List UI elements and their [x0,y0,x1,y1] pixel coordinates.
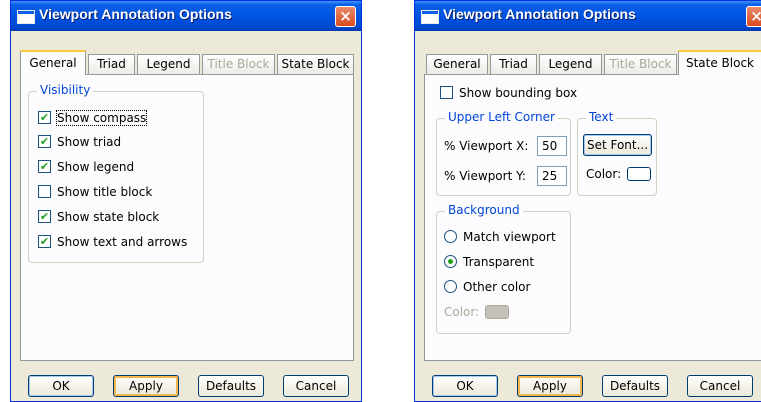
viewport-y-label: % Viewport Y: [444,169,526,183]
dialog-state-block: Viewport Annotation Options × General Tr… [414,0,761,402]
text-color-label: Color: [586,167,622,181]
ok-button[interactable]: OK [432,375,498,397]
checkbox-label: Show triad [57,135,122,149]
window-title: Viewport Annotation Options [39,6,232,22]
visibility-group: Visibility ✔ Show compass ✔ Show triad ✔ Sh… [28,83,204,263]
window-icon [17,10,35,24]
show-triad-checkbox[interactable]: ✔ Show triad [38,134,121,150]
text-group-label: Text [586,110,617,124]
show-bounding-box-checkbox[interactable]: Show bounding box [440,85,577,101]
upper-left-corner-label: Upper Left Corner [445,110,558,124]
cancel-button[interactable]: Cancel [283,375,349,397]
radio-label: Transparent [463,255,535,269]
tab-triad[interactable]: Triad [490,54,537,74]
close-button[interactable]: × [335,6,356,27]
tab-title-block[interactable]: Title Block [604,54,677,74]
tab-title-block[interactable]: Title Block [202,54,275,74]
tab-panel-general: Visibility ✔ Show compass ✔ Show triad ✔ Sh… [20,74,354,361]
radio-icon [444,255,457,268]
checkbox-label: Show title block [57,185,153,199]
show-text-and-arrows-checkbox[interactable]: ✔ Show text and arrows [38,234,187,250]
checkbox-label: Show text and arrows [57,235,188,249]
match-viewport-radio[interactable]: Match viewport [444,229,556,245]
viewport-x-label: % Viewport X: [444,139,529,153]
defaults-button[interactable]: Defaults [198,375,264,397]
checkbox-icon [38,185,51,198]
checkbox-label: Show bounding box [459,86,578,100]
tab-triad[interactable]: Triad [88,54,135,74]
show-legend-checkbox[interactable]: ✔ Show legend [38,159,134,175]
checkbox-icon: ✔ [38,210,51,223]
tab-legend[interactable]: Legend [137,54,200,74]
checkbox-icon: ✔ [38,135,51,148]
tab-state-block[interactable]: State Block [277,54,354,74]
viewport-y-input[interactable]: 25 [537,166,567,186]
tab-general[interactable]: General [426,54,488,74]
radio-label: Other color [463,280,531,294]
radio-icon [444,280,457,293]
text-color-swatch[interactable] [627,167,651,181]
show-title-block-checkbox[interactable]: Show title block [38,184,152,200]
tab-state-block[interactable]: State Block [678,50,761,75]
upper-left-corner-group: Upper Left Corner % Viewport X: 50 % Vie… [436,110,571,196]
tab-panel-state-block: Show bounding box Upper Left Corner % Vi… [424,74,761,361]
window-icon [421,10,439,24]
title-bar[interactable]: Viewport Annotation Options × [415,1,761,31]
apply-button[interactable]: Apply [113,375,179,397]
tab-general[interactable]: General [20,50,86,75]
background-color-swatch[interactable] [485,305,509,319]
other-color-radio[interactable]: Other color [444,279,530,295]
title-bar[interactable]: Viewport Annotation Options × [11,1,361,31]
checkbox-icon: ✔ [38,235,51,248]
radio-label: Match viewport [463,230,556,244]
checkbox-icon: ✔ [38,111,51,124]
ok-button[interactable]: OK [28,375,94,397]
close-button[interactable]: × [746,6,761,27]
checkbox-icon: ✔ [38,160,51,173]
apply-button[interactable]: Apply [517,375,583,397]
checkbox-label: Show legend [57,160,135,174]
checkbox-label: Show state block [57,210,160,224]
set-font-button[interactable]: Set Font... [583,134,652,156]
background-color-label: Color: [444,305,480,319]
window-title: Viewport Annotation Options [443,6,636,22]
cancel-button[interactable]: Cancel [687,375,753,397]
radio-icon [444,230,457,243]
background-group-label: Background [445,203,523,217]
dialog-general: Viewport Annotation Options × General Tr… [10,0,362,402]
transparent-radio[interactable]: Transparent [444,254,534,270]
visibility-group-label: Visibility [37,83,94,97]
checkbox-icon [440,86,453,99]
tab-legend[interactable]: Legend [539,54,602,74]
checkbox-label: Show compass [55,110,148,126]
show-compass-checkbox[interactable]: ✔ Show compass [38,110,148,126]
text-group: Text Set Font... Color: [577,110,657,196]
background-group: Background Match viewport Transparent Ot… [436,203,571,334]
defaults-button[interactable]: Defaults [602,375,668,397]
show-state-block-checkbox[interactable]: ✔ Show state block [38,209,159,225]
viewport-x-input[interactable]: 50 [537,136,567,156]
